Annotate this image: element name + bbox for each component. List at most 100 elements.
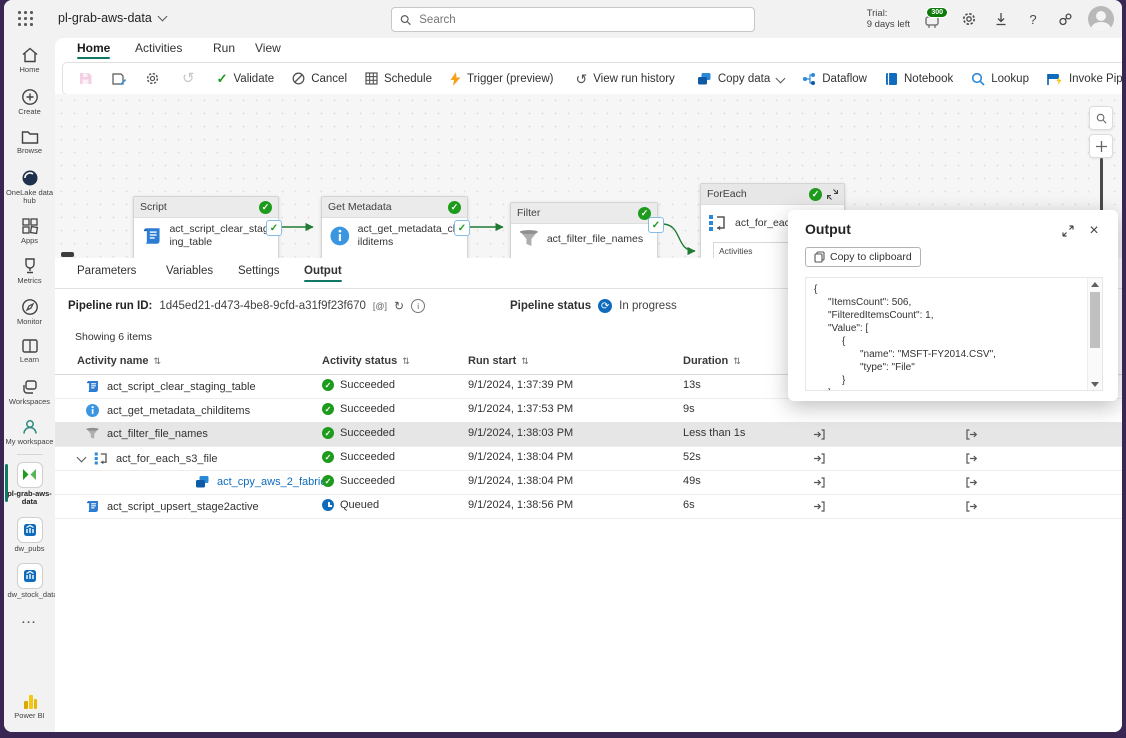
settings-gear-icon[interactable] bbox=[960, 10, 978, 28]
tab-run[interactable]: Run bbox=[213, 41, 235, 55]
sidebar-item-power-bi[interactable]: Power BI bbox=[4, 694, 55, 721]
search-icon bbox=[400, 14, 411, 26]
sort-icon[interactable]: ⇅ bbox=[521, 356, 529, 367]
view-run-history-button[interactable]: ↺ View run history bbox=[566, 66, 683, 92]
input-icon[interactable] bbox=[813, 500, 826, 513]
tab-parameters[interactable]: Parameters bbox=[77, 265, 136, 277]
sidebar-item-home[interactable]: Home bbox=[4, 46, 55, 75]
canvas-zoom-in-button[interactable] bbox=[1089, 134, 1113, 158]
global-search[interactable] bbox=[391, 7, 755, 32]
json-scrollbar[interactable] bbox=[1087, 278, 1102, 390]
activity-name-link[interactable]: act_cpy_aws_2_fabric bbox=[217, 476, 326, 488]
showing-count: Showing 6 items bbox=[75, 331, 152, 343]
sidebar-item-metrics[interactable]: Metrics bbox=[4, 257, 55, 286]
sidebar-item-create[interactable]: Create bbox=[4, 88, 55, 117]
sidebar-item-dw-stock-data[interactable]: dw_stock_data bbox=[4, 563, 55, 600]
sort-icon[interactable]: ⇅ bbox=[402, 356, 410, 367]
feedback-icon[interactable] bbox=[1056, 10, 1074, 28]
undo-button[interactable]: ↺ bbox=[173, 66, 204, 92]
scroll-down-arrow[interactable] bbox=[1088, 378, 1102, 390]
lookup-magnifier-icon bbox=[971, 72, 985, 86]
panel-resize-handle[interactable] bbox=[61, 252, 74, 257]
column-activity-status[interactable]: Activity status⇅ bbox=[322, 355, 410, 367]
copy-to-clipboard-button[interactable]: Copy to clipboard bbox=[805, 247, 921, 267]
lookup-button[interactable]: Lookup bbox=[962, 66, 1038, 92]
table-row[interactable]: act_get_metadata_childitems ✓Succeeded 9… bbox=[55, 398, 1122, 423]
output-icon[interactable] bbox=[965, 476, 978, 489]
canvas-search-button[interactable] bbox=[1089, 106, 1113, 130]
json-line: "Value": [ bbox=[814, 322, 1087, 335]
copy-data-button[interactable]: Copy data bbox=[688, 66, 793, 92]
dataflow-button[interactable]: Dataflow bbox=[793, 66, 876, 92]
output-icon[interactable] bbox=[965, 428, 978, 441]
tab-output[interactable]: Output bbox=[304, 265, 342, 277]
trial-badge-count: 300 bbox=[926, 7, 948, 18]
scrollbar-thumb[interactable] bbox=[1090, 292, 1100, 348]
activity-status: Succeeded bbox=[340, 379, 395, 391]
sidebar-item-dw-pubs[interactable]: dw_pubs bbox=[4, 517, 55, 554]
json-line: { bbox=[814, 335, 1087, 348]
account-avatar[interactable] bbox=[1088, 6, 1114, 32]
cancel-icon bbox=[292, 72, 305, 85]
save-button[interactable] bbox=[69, 66, 102, 92]
column-duration[interactable]: Duration⇅ bbox=[683, 355, 741, 367]
sidebar-item-pipeline-selected[interactable]: pl-grab-aws-data bbox=[4, 462, 55, 507]
tab-activities[interactable]: Activities bbox=[135, 41, 182, 55]
trigger-button[interactable]: Trigger (preview) bbox=[441, 66, 562, 92]
table-row-selected[interactable]: act_filter_file_names ✓Succeeded 9/1/202… bbox=[55, 422, 1122, 447]
scroll-up-arrow[interactable] bbox=[1088, 278, 1102, 290]
schedule-button[interactable]: Schedule bbox=[356, 66, 441, 92]
output-icon[interactable] bbox=[965, 452, 978, 465]
sidebar-item-learn[interactable]: Learn bbox=[4, 338, 55, 365]
invoke-pipeline-button[interactable]: Invoke Pipeline bbox=[1038, 66, 1122, 92]
app-launcher-icon[interactable] bbox=[18, 11, 34, 27]
sidebar-item-apps[interactable]: Apps bbox=[4, 217, 55, 246]
column-run-start[interactable]: Run start⇅ bbox=[468, 355, 529, 367]
help-icon[interactable]: ? bbox=[1024, 10, 1042, 28]
info-icon[interactable]: i bbox=[411, 299, 425, 313]
table-row[interactable]: act_cpy_aws_2_fabric ✓Succeeded 9/1/2024… bbox=[55, 470, 1122, 495]
pipeline-settings-button[interactable] bbox=[136, 66, 169, 92]
run-id-value: 1d45ed21-d473-4be8-9cfd-a31f9f23f670 bbox=[159, 300, 366, 312]
column-activity-name[interactable]: Activity name⇅ bbox=[77, 355, 161, 367]
expand-icon[interactable] bbox=[1060, 223, 1076, 239]
tab-variables[interactable]: Variables bbox=[166, 265, 213, 277]
sidebar-item-workspaces[interactable]: Workspaces bbox=[4, 378, 55, 407]
tab-view[interactable]: View bbox=[255, 41, 281, 55]
sort-icon[interactable]: ⇅ bbox=[733, 356, 741, 367]
learn-book-icon bbox=[21, 338, 39, 354]
download-icon[interactable] bbox=[992, 10, 1010, 28]
sort-icon[interactable]: ⇅ bbox=[154, 356, 162, 367]
save-as-button[interactable] bbox=[102, 66, 136, 92]
tab-home[interactable]: Home bbox=[77, 41, 110, 55]
metrics-trophy-icon bbox=[21, 257, 39, 275]
duration: 52s bbox=[683, 451, 701, 463]
sidebar-item-browse[interactable]: Browse bbox=[4, 129, 55, 156]
sidebar-item-monitor[interactable]: Monitor bbox=[4, 298, 55, 327]
table-row[interactable]: act_script_upsert_stage2active Queued 9/… bbox=[55, 494, 1122, 519]
close-icon[interactable]: × bbox=[1086, 223, 1102, 239]
refresh-icon[interactable]: ↻ bbox=[394, 299, 404, 313]
input-icon[interactable] bbox=[813, 476, 826, 489]
power-bi-icon bbox=[22, 694, 38, 710]
table-row[interactable]: act_for_each_s3_file ✓Succeeded 9/1/2024… bbox=[55, 446, 1122, 471]
run-start: 9/1/2024, 1:37:39 PM bbox=[468, 379, 573, 391]
copy-run-id-icon[interactable]: [@] bbox=[373, 301, 387, 311]
search-input[interactable] bbox=[417, 13, 746, 27]
output-icon[interactable] bbox=[965, 500, 978, 513]
pipeline-title[interactable]: pl-grab-aws-data bbox=[58, 11, 166, 25]
validate-check-icon: ✓ bbox=[217, 72, 228, 85]
validate-button[interactable]: ✓ Validate bbox=[208, 66, 284, 92]
monitor-compass-icon bbox=[21, 298, 39, 316]
tab-settings[interactable]: Settings bbox=[238, 265, 280, 277]
trial-capacity-icon[interactable]: 300 bbox=[924, 9, 946, 29]
notebook-button[interactable]: Notebook bbox=[876, 66, 962, 92]
onelake-sphere-icon bbox=[21, 169, 39, 187]
chevron-expanded-icon[interactable] bbox=[77, 453, 87, 463]
sidebar-more-button[interactable]: ... bbox=[4, 614, 55, 626]
input-icon[interactable] bbox=[813, 452, 826, 465]
input-icon[interactable] bbox=[813, 428, 826, 441]
cancel-button[interactable]: Cancel bbox=[283, 66, 356, 92]
sidebar-item-onelake[interactable]: OneLake data hub bbox=[4, 169, 55, 206]
sidebar-item-my-workspace[interactable]: My workspace bbox=[4, 418, 55, 447]
